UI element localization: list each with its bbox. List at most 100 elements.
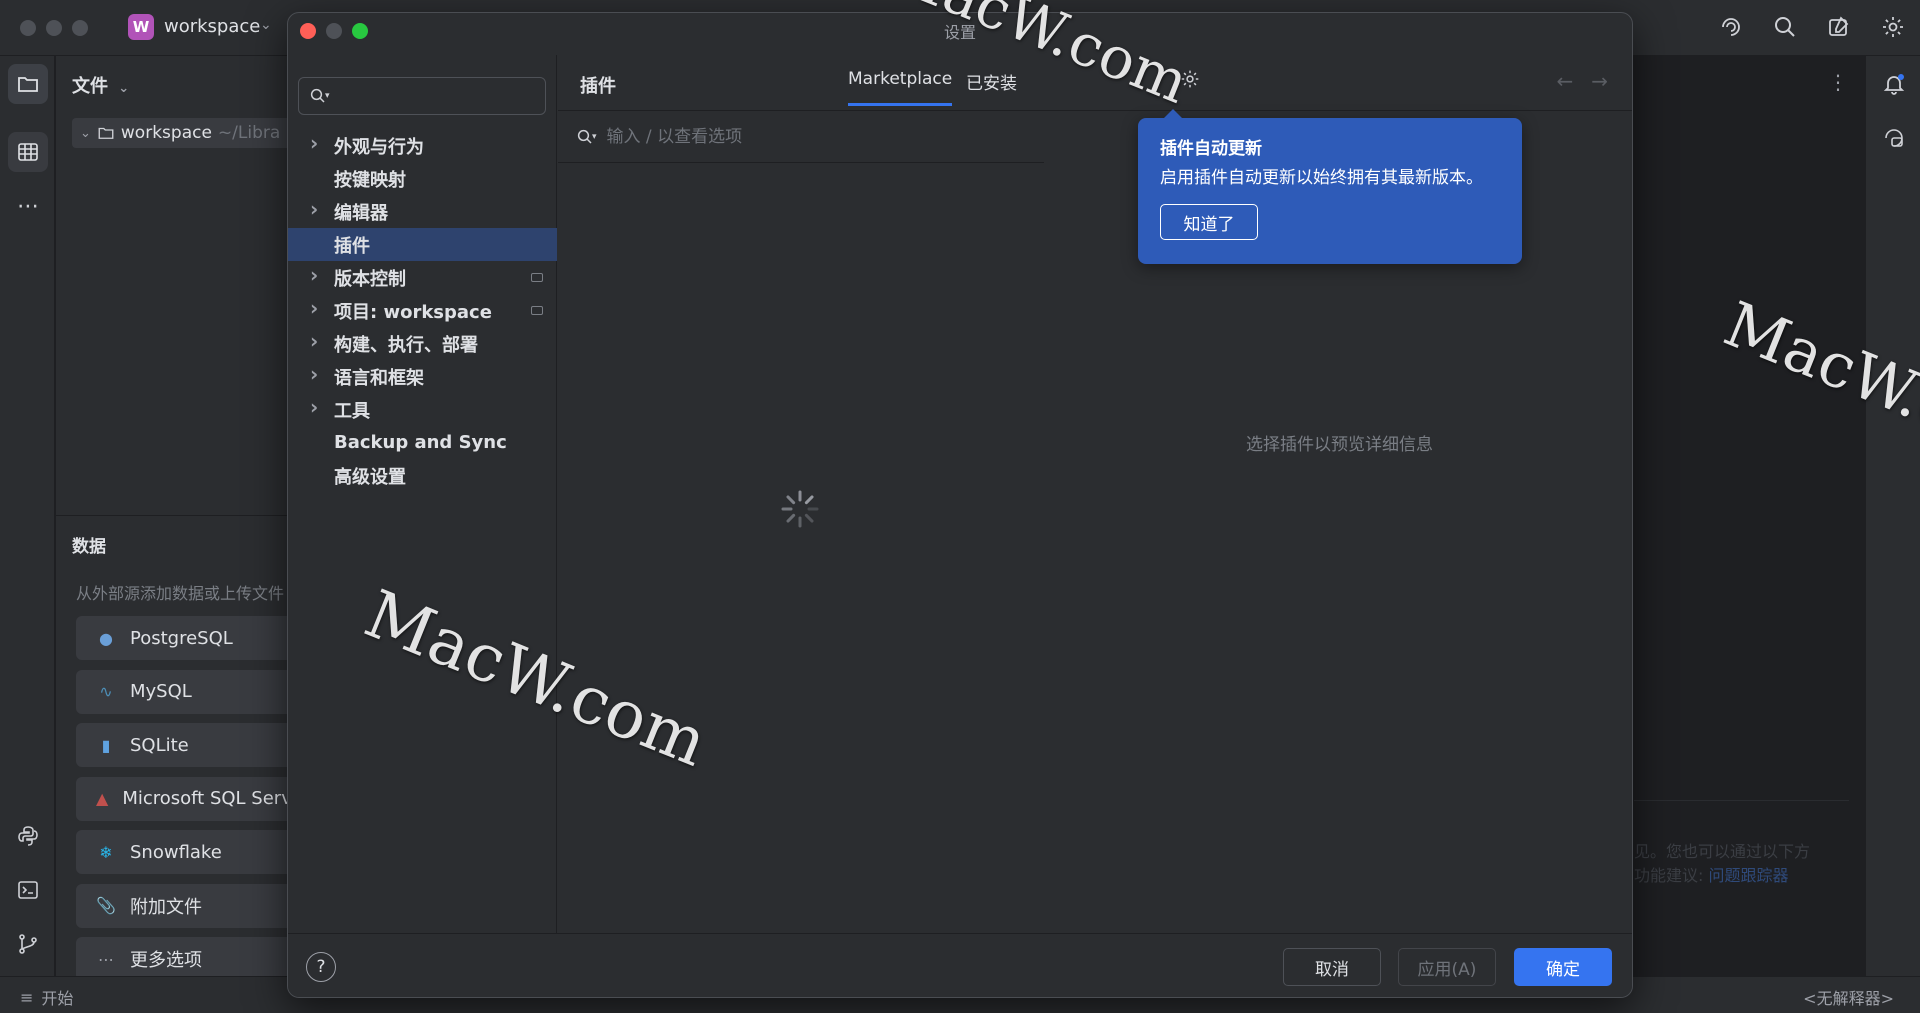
workspace-badge[interactable]: W [128, 14, 154, 40]
divider [56, 515, 290, 516]
feedback-icon[interactable] [1822, 10, 1856, 44]
data-source-label: PostgreSQL [130, 627, 233, 649]
settings-nav-item[interactable]: Backup and Sync [288, 426, 557, 459]
ai-assistant-icon[interactable] [1714, 10, 1748, 44]
settings-nav-item[interactable]: › 编辑器 [288, 195, 557, 228]
status-start[interactable]: ≡ 开始 [20, 985, 73, 1009]
got-it-button[interactable]: 知道了 [1160, 204, 1258, 240]
data-section-desc: 从外部源添加数据或上传文件 [76, 584, 285, 603]
settings-nav-label: 工具 [334, 400, 370, 422]
plugin-search[interactable]: ▾ [558, 112, 1044, 162]
dialog-footer: ? 取消 应用(A) 确定 [288, 933, 1632, 997]
chevron-right-icon[interactable]: › [310, 131, 318, 155]
settings-nav-item[interactable]: › 语言和框架 [288, 360, 557, 393]
spinner-spoke [804, 513, 814, 523]
forward-arrow-icon[interactable]: → [1591, 69, 1608, 93]
settings-nav-label: 语言和框架 [334, 367, 424, 389]
chevron-right-icon[interactable]: › [310, 197, 318, 221]
settings-nav-label: 版本控制 [334, 268, 406, 290]
window-minimize-button[interactable] [46, 20, 62, 36]
help-button[interactable]: ? [306, 952, 336, 982]
data-source-item[interactable]: ▮ SQLite [76, 723, 290, 767]
chevron-right-icon[interactable]: › [310, 362, 318, 386]
issue-tracker-link[interactable]: 问题跟踪器 [1709, 866, 1789, 885]
python-icon[interactable] [8, 816, 48, 856]
settings-nav-label: 高级设置 [334, 466, 406, 488]
notifications-icon[interactable] [1874, 64, 1914, 104]
interpreter-status[interactable]: <无解释器> [1803, 985, 1894, 1009]
plugin-search-input[interactable] [606, 126, 1007, 147]
settings-nav-item[interactable]: 按键映射 [288, 162, 557, 195]
chevron-right-icon[interactable]: › [310, 263, 318, 287]
settings-nav-item[interactable]: › 外观与行为 [288, 129, 557, 162]
sqlite-icon: ▮ [101, 735, 111, 755]
data-source-item[interactable]: ● PostgreSQL [76, 616, 290, 660]
chevron-right-icon[interactable]: › [310, 395, 318, 419]
chevron-down-icon: ▾ [325, 91, 330, 101]
settings-nav-label: Backup and Sync [334, 432, 507, 453]
settings-nav-item[interactable]: 插件 [288, 228, 557, 261]
tab-marketplace[interactable]: Marketplace [848, 69, 953, 106]
cancel-button[interactable]: 取消 [1283, 948, 1381, 986]
dialog-title: 设置 [943, 23, 976, 42]
git-branch-icon[interactable] [8, 924, 48, 964]
hint-line: 见。您也可以通过以下方 [1634, 842, 1811, 861]
more-icon[interactable]: ⋯ [8, 186, 48, 226]
settings-nav-item[interactable]: › 版本控制 [288, 261, 557, 294]
settings-nav-item[interactable]: › 工具 [288, 393, 557, 426]
data-source-item[interactable]: ∿ MySQL [76, 669, 290, 714]
kebab-menu-icon[interactable]: ⋮ [1828, 70, 1848, 94]
data-source-item[interactable]: 📎 附加文件 [76, 883, 290, 928]
project-panel-title[interactable]: 文件 ⌄ [72, 72, 129, 98]
plugin-settings-gear-icon[interactable] [1176, 65, 1204, 93]
spinner-spoke [786, 495, 796, 505]
database-table-icon[interactable] [8, 132, 48, 172]
left-tool-strip: ⋯ [0, 56, 55, 976]
right-tool-strip [1865, 56, 1920, 976]
apply-button[interactable]: 应用(A) [1398, 948, 1496, 986]
chevron-down-icon: ⌄ [80, 125, 91, 141]
chevron-right-icon[interactable]: › [310, 296, 318, 320]
editor-area [1632, 56, 1864, 976]
settings-search-input[interactable] [335, 86, 536, 106]
settings-nav-item[interactable]: › 项目: workspace [288, 294, 557, 327]
project-root-row[interactable]: ⌄ workspace ~/Libra [72, 118, 292, 148]
data-source-label: MySQL [130, 681, 192, 702]
back-arrow-icon[interactable]: ← [1556, 69, 1573, 93]
settings-nav-label: 外观与行为 [334, 136, 424, 158]
settings-nav-panel: ▾ › 外观与行为按键映射 › 编辑器插件 › 版本控制 › 项目: workspace › 构建… [288, 55, 557, 933]
search-icon[interactable] [1768, 10, 1802, 44]
chevron-down-icon: ▾ [592, 131, 597, 142]
workspace-name[interactable]: workspace [164, 16, 260, 37]
ok-button[interactable]: 确定 [1514, 948, 1612, 986]
ai-chat-icon[interactable] [1874, 118, 1914, 158]
project-scope-icon [531, 273, 543, 282]
settings-nav-label: 插件 [334, 235, 370, 257]
chevron-down-icon: ⌄ [118, 81, 130, 96]
settings-nav-item[interactable]: › 构建、执行、部署 [288, 327, 557, 360]
auto-update-tooltip: 插件自动更新 启用插件自动更新以始终拥有其最新版本。 知道了 [1138, 109, 1522, 264]
data-source-item[interactable]: ▲ Microsoft SQL Server [76, 776, 290, 821]
settings-search[interactable]: ▾ [298, 77, 546, 115]
chevron-right-icon[interactable]: › [310, 329, 318, 353]
gear-icon[interactable] [1876, 10, 1910, 44]
window-zoom-button[interactable] [72, 20, 88, 36]
folder-icon[interactable] [8, 64, 48, 104]
spinner-spoke [804, 495, 814, 505]
history-arrows: ← → [1556, 69, 1608, 93]
snowflake-icon: ❄ [99, 842, 113, 862]
paperclip-icon: 📎 [96, 896, 116, 915]
tab-installed[interactable]: 已安装 [966, 69, 1017, 108]
plugins-header: 插件 Marketplace 已安装 ← → [558, 55, 1632, 111]
data-source-label: Microsoft SQL Server [122, 788, 290, 809]
hint-line: 功能建议: [1634, 866, 1704, 885]
settings-nav-label: 按键映射 [334, 169, 406, 191]
data-source-item[interactable]: ⋯ 更多选项 [76, 937, 290, 981]
settings-nav-item[interactable]: 高级设置 [288, 459, 557, 492]
terminal-icon[interactable] [8, 870, 48, 910]
data-source-label: Snowflake [130, 841, 222, 863]
data-source-item[interactable]: ❄ Snowflake [76, 830, 290, 874]
window-close-button[interactable] [20, 20, 36, 36]
tooltip-body: 启用插件自动更新以始终拥有其最新版本。 [1160, 168, 1483, 188]
chevron-down-icon[interactable]: ⌄ [260, 17, 272, 33]
